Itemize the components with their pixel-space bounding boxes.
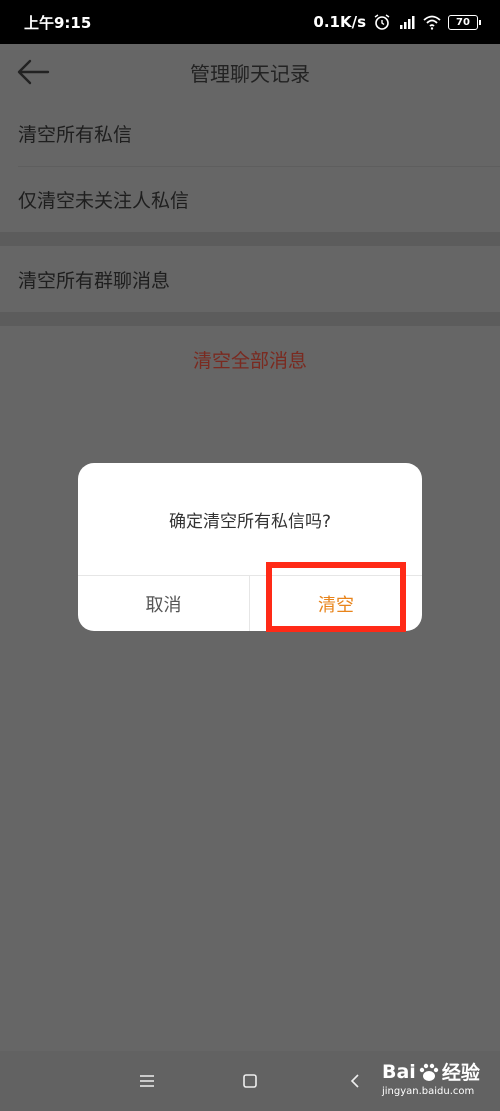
baidu-watermark: Bai 经验 jingyan.baidu.com xyxy=(382,1058,494,1104)
section-gap xyxy=(0,312,500,326)
signal-icon xyxy=(400,16,415,29)
cancel-button[interactable]: 取消 xyxy=(78,576,249,631)
clear-unfollowed-private-item[interactable]: 仅清空未关注人私信 xyxy=(0,166,500,232)
highlight-box xyxy=(266,562,406,632)
page-header: 管理聊天记录 xyxy=(0,44,500,100)
private-message-group: 清空所有私信 仅清空未关注人私信 xyxy=(0,100,500,232)
home-icon[interactable] xyxy=(235,1066,265,1096)
battery-icon: 70 xyxy=(448,14,481,30)
wifi-icon xyxy=(423,15,441,30)
dialog-message: 确定清空所有私信吗? xyxy=(168,511,332,532)
back-arrow-icon[interactable] xyxy=(16,56,52,88)
watermark-brand-right: 经验 xyxy=(441,1062,480,1084)
network-speed: 0.1K/s xyxy=(313,13,366,31)
watermark-url: jingyan.baidu.com xyxy=(382,1086,475,1097)
menu-icon[interactable] xyxy=(132,1066,162,1096)
status-bar: 上午9:15 0.1K/s 70 xyxy=(0,0,500,44)
group-chat-group: 清空所有群聊消息 xyxy=(0,246,500,312)
paw-icon xyxy=(419,1063,439,1081)
clear-all-private-item[interactable]: 清空所有私信 xyxy=(0,100,500,166)
alarm-icon xyxy=(374,14,390,30)
divider xyxy=(18,166,500,167)
page-title: 管理聊天记录 xyxy=(190,61,310,86)
section-gap xyxy=(0,232,500,246)
status-time: 上午9:15 xyxy=(24,13,92,32)
status-right: 0.1K/s 70 xyxy=(313,13,481,31)
back-nav-icon[interactable] xyxy=(340,1066,370,1096)
clear-all-group-item[interactable]: 清空所有群聊消息 xyxy=(0,246,500,312)
watermark-brand: Bai 经验 xyxy=(382,1058,494,1085)
clear-all-messages-item[interactable]: 清空全部消息 xyxy=(0,326,500,392)
clear-all-group: 清空全部消息 xyxy=(0,326,500,392)
watermark-brand-left: Bai xyxy=(382,1060,416,1083)
